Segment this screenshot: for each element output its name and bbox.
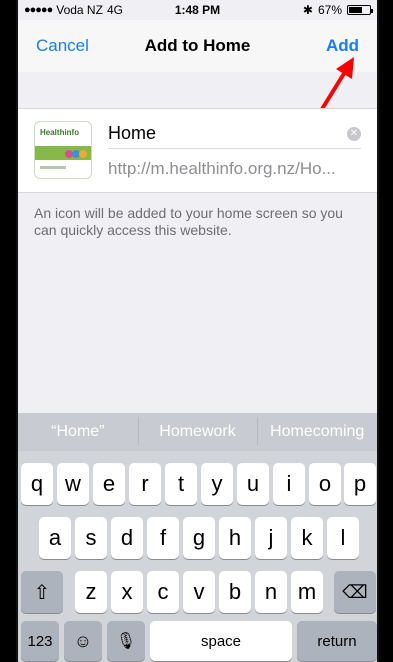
key-o[interactable]: o — [309, 463, 341, 505]
key-z[interactable]: z — [75, 571, 107, 613]
key-j[interactable]: j — [255, 517, 287, 559]
key-t[interactable]: t — [165, 463, 197, 505]
bookmark-name: Home — [108, 123, 157, 143]
numbers-key[interactable]: 123 — [21, 621, 59, 661]
key-f[interactable]: f — [147, 517, 179, 559]
emoji-icon[interactable]: ☺ — [64, 621, 102, 661]
info-text: An icon will be added to your home scree… — [34, 205, 343, 238]
clear-text-icon[interactable]: ✕ — [347, 127, 361, 141]
key-y[interactable]: y — [201, 463, 233, 505]
key-s[interactable]: s — [75, 517, 107, 559]
carrier: Voda NZ — [56, 3, 103, 17]
bookmark-name-field[interactable]: Home ✕ — [108, 119, 361, 149]
shift-icon[interactable]: ⇧ — [21, 571, 63, 613]
screen: ●●●●● Voda NZ 4G 1:48 PM ✱ 67% Cancel Ad… — [16, 0, 379, 662]
key-k[interactable]: k — [291, 517, 323, 559]
key-n[interactable]: n — [255, 571, 287, 613]
key-r[interactable]: r — [129, 463, 161, 505]
thumbnail-logo: Healthinfo — [40, 128, 80, 137]
bookmark-card: Healthinfo Home ✕ http://m.healthinfo.or… — [18, 108, 377, 193]
battery-percent: 67% — [317, 3, 342, 17]
key-b[interactable]: b — [219, 571, 251, 613]
suggestion-1[interactable]: “Home” — [18, 423, 138, 441]
return-key[interactable]: return — [297, 621, 377, 661]
battery-icon — [347, 5, 373, 15]
suggestion-3[interactable]: Homecoming — [257, 417, 377, 445]
key-w[interactable]: w — [57, 463, 89, 505]
backspace-icon[interactable]: ⌫ — [334, 571, 376, 613]
space-key[interactable]: space — [150, 621, 292, 661]
key-c[interactable]: c — [147, 571, 179, 613]
key-h[interactable]: h — [219, 517, 251, 559]
key-l[interactable]: l — [327, 517, 359, 559]
site-thumbnail: Healthinfo — [34, 121, 92, 179]
key-d[interactable]: d — [111, 517, 143, 559]
bookmark-url: http://m.healthinfo.org.nz/Ho... — [108, 159, 336, 178]
cancel-button[interactable]: Cancel — [36, 36, 89, 56]
key-g[interactable]: g — [183, 517, 215, 559]
status-bar: ●●●●● Voda NZ 4G 1:48 PM ✱ 67% — [18, 0, 377, 20]
key-v[interactable]: v — [183, 571, 215, 613]
signal-icon: ●●●●● — [24, 4, 53, 16]
key-p[interactable]: p — [344, 463, 376, 505]
key-u[interactable]: u — [237, 463, 269, 505]
add-button[interactable]: Add — [326, 36, 359, 56]
key-i[interactable]: i — [273, 463, 305, 505]
key-m[interactable]: m — [291, 571, 323, 613]
keyboard: “Home” Homework Homecoming q w e r t y u… — [18, 413, 377, 662]
suggestion-bar: “Home” Homework Homecoming — [18, 413, 377, 451]
key-x[interactable]: x — [111, 571, 143, 613]
key-q[interactable]: q — [21, 463, 53, 505]
network: 4G — [106, 3, 123, 17]
key-e[interactable]: e — [93, 463, 125, 505]
key-a[interactable]: a — [39, 517, 71, 559]
bluetooth-icon: ✱ — [302, 3, 313, 17]
suggestion-2[interactable]: Homework — [137, 417, 258, 445]
microphone-icon[interactable]: 🎙 — [107, 621, 145, 661]
